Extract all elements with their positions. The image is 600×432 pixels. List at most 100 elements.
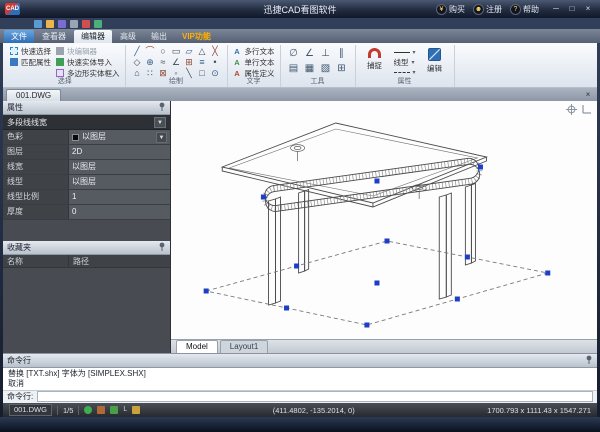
- ribbon-group-tools: ∅ ∠ ⊥ ∥ ▤ ▦ ▧ ⊞ 工具: [281, 45, 356, 87]
- command-history[interactable]: 替换 [TXT.shx] 字体为 [SIMPLEX.SHX] 取消: [3, 368, 597, 390]
- circle-tool-icon[interactable]: ○: [157, 46, 170, 57]
- cad-drawing: [171, 101, 597, 339]
- hatch-fill-icon[interactable]: ▧: [318, 61, 334, 76]
- grid-tool-icon[interactable]: ▦: [302, 61, 318, 76]
- help-label: 帮助: [523, 4, 539, 15]
- divider: [57, 406, 58, 415]
- osnap-status-icon[interactable]: [97, 406, 105, 414]
- buy-button[interactable]: ¥ 购买: [436, 4, 465, 15]
- ribbon-group-select: 快速选择 匹配属性 块编辑器 快速实体导入: [5, 45, 126, 87]
- status-bar: 001.DWG 1/5 L (411.4802, -135.2014, 0) 1…: [3, 403, 597, 417]
- dot-tool-icon[interactable]: •: [209, 57, 222, 68]
- tab-viewer[interactable]: 查看器: [35, 30, 73, 43]
- diamond-tool-icon[interactable]: ◇: [131, 57, 144, 68]
- property-row-lineweight[interactable]: 线宽 以图层: [3, 160, 170, 175]
- pin-icon[interactable]: [158, 102, 166, 113]
- favorites-panel-title: 收藏夹: [7, 242, 31, 253]
- block-editor-button[interactable]: 块编辑器: [56, 46, 120, 56]
- table-tool-icon[interactable]: ⊞: [334, 61, 350, 76]
- property-row-layer[interactable]: 图层 2D: [3, 145, 170, 160]
- angle-tool-icon[interactable]: ∠: [170, 57, 183, 68]
- property-row-linetype[interactable]: 线型 以图层: [3, 175, 170, 190]
- command-input[interactable]: [37, 391, 593, 402]
- dropdown-arrow-icon[interactable]: ▼: [154, 117, 166, 128]
- spline-tool-icon[interactable]: ≈: [157, 57, 170, 68]
- edit-toggle-button[interactable]: 编辑: [421, 46, 449, 76]
- pin-icon[interactable]: [585, 355, 593, 366]
- plugin-status-icon[interactable]: [110, 406, 118, 414]
- triangle-tool-icon[interactable]: △: [196, 46, 209, 57]
- ribbon-group-text: A 多行文本 A 单行文本 A 属性定义 文字: [228, 45, 281, 87]
- rectangle-tool-icon[interactable]: ▭: [170, 46, 183, 57]
- drawing-area: Model Layout1: [171, 101, 597, 353]
- hatch-tool-icon[interactable]: ⊞: [183, 57, 196, 68]
- diameter-tool-icon[interactable]: ∅: [286, 46, 302, 61]
- preview-icon[interactable]: [82, 20, 90, 28]
- grid-status-icon[interactable]: [132, 406, 140, 414]
- cross-tool-icon[interactable]: ╳: [209, 46, 222, 57]
- favorites-list[interactable]: [3, 268, 170, 353]
- pin-icon[interactable]: [158, 242, 166, 253]
- properties-panel-header: 属性: [3, 101, 170, 115]
- status-filename[interactable]: 001.DWG: [9, 404, 52, 416]
- tab-model[interactable]: Model: [176, 340, 218, 353]
- angle-measure-icon[interactable]: ∠: [302, 46, 318, 61]
- properties-group-label: 属性: [356, 76, 454, 86]
- property-label: 线宽: [3, 160, 69, 174]
- layout-tab-strip: Model Layout1: [171, 339, 597, 353]
- color-row[interactable]: ▾: [394, 49, 416, 56]
- ribbon-tab-strip: 文件 查看器 编辑器 高级 输出 VIP功能: [0, 29, 600, 43]
- singleline-text-button[interactable]: A 单行文本: [233, 57, 275, 67]
- layer-tool-icon[interactable]: ▤: [286, 61, 302, 76]
- regen-status-icon[interactable]: [84, 406, 92, 414]
- tab-layout1[interactable]: Layout1: [220, 340, 268, 353]
- print-icon[interactable]: [70, 20, 78, 28]
- new-file-icon[interactable]: [34, 20, 42, 28]
- snap-label: 捕捉: [367, 60, 382, 71]
- property-label: 色彩: [3, 130, 69, 144]
- quick-select-button[interactable]: 快速选择: [10, 46, 51, 56]
- undo-icon[interactable]: [94, 20, 102, 28]
- mline-tool-icon[interactable]: ≡: [196, 57, 209, 68]
- app-logo-icon: CAD: [5, 3, 20, 15]
- close-button[interactable]: ×: [581, 3, 595, 15]
- linetype-row[interactable]: 线型 ▾: [394, 58, 416, 67]
- register-button[interactable]: ☻ 注册: [473, 4, 502, 15]
- property-row-thickness[interactable]: 厚度 0: [3, 205, 170, 220]
- document-tab[interactable]: 001.DWG: [6, 89, 61, 101]
- crosshair-icon[interactable]: [566, 104, 577, 115]
- perpendicular-tool-icon[interactable]: ⊥: [318, 46, 334, 61]
- help-button[interactable]: ? 帮助: [510, 4, 539, 15]
- tab-advanced[interactable]: 高级: [113, 30, 143, 43]
- property-row-color[interactable]: 色彩 以图层 ▼: [3, 130, 170, 145]
- drawing-viewport[interactable]: [171, 101, 597, 339]
- ucs-status-icon[interactable]: L: [123, 406, 127, 414]
- tab-editor[interactable]: 编辑器: [74, 30, 112, 43]
- viewport-tools: [566, 104, 592, 115]
- document-tab-strip: 001.DWG ×: [3, 88, 597, 101]
- quick-entity-import-button[interactable]: 快速实体导入: [56, 57, 120, 67]
- lineweight-row[interactable]: ▾: [394, 69, 416, 76]
- open-file-icon[interactable]: [46, 20, 54, 28]
- match-properties-button[interactable]: 匹配属性: [10, 57, 51, 67]
- point-tool-icon[interactable]: ⊕: [144, 57, 157, 68]
- favorites-path-column[interactable]: 路径: [69, 255, 170, 267]
- arc-tool-icon[interactable]: ⌒: [144, 46, 157, 57]
- dropdown-arrow-icon[interactable]: ▼: [156, 132, 167, 143]
- parallel-tool-icon[interactable]: ∥: [334, 46, 350, 61]
- minimize-button[interactable]: ─: [549, 3, 563, 15]
- property-row-ltscale[interactable]: 线型比例 1: [3, 190, 170, 205]
- polygon-tool-icon[interactable]: ▱: [183, 46, 196, 57]
- tab-vip[interactable]: VIP功能: [175, 30, 218, 43]
- snap-toggle-button[interactable]: 捕捉: [361, 46, 389, 76]
- line-tool-icon[interactable]: ╱: [131, 46, 144, 57]
- favorites-name-column[interactable]: 名称: [3, 255, 69, 267]
- tab-output[interactable]: 输出: [144, 30, 174, 43]
- maximize-button[interactable]: □: [565, 3, 579, 15]
- tab-file[interactable]: 文件: [4, 30, 34, 43]
- document-close-icon[interactable]: ×: [582, 89, 594, 101]
- entity-type-selector[interactable]: 多段线线宽 ▼: [3, 115, 170, 130]
- multiline-text-button[interactable]: A 多行文本: [233, 46, 275, 56]
- save-file-icon[interactable]: [58, 20, 66, 28]
- ucs-axes-icon[interactable]: [581, 104, 592, 115]
